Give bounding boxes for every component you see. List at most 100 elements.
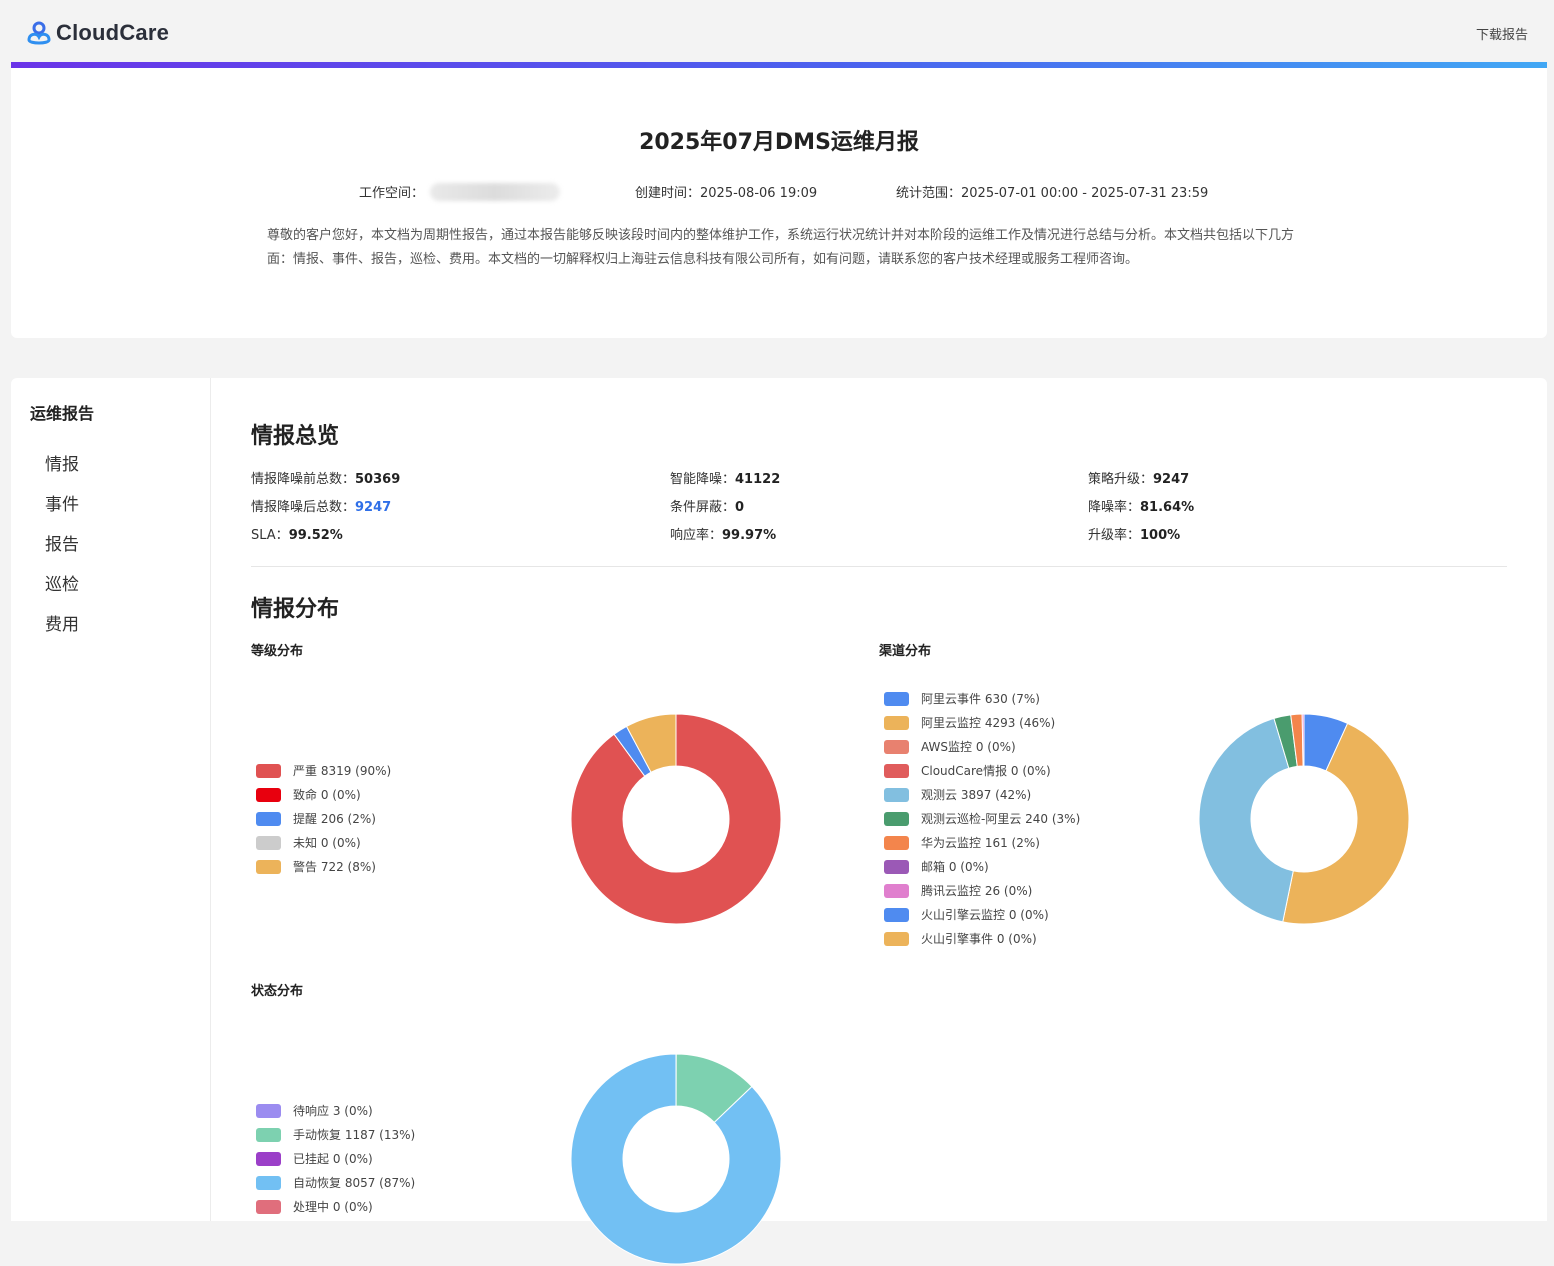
report-main-card: 运维报告 情报 事件 报告 巡检 费用 情报总览 情报降噪前总数：50369 智… — [11, 378, 1547, 1221]
legend-swatch — [884, 836, 909, 850]
legend-item-channel[interactable]: 观测云 3897 (42%) — [884, 786, 1031, 803]
workspace-value-redacted — [430, 183, 560, 201]
legend-label: AWS监控 0 (0%) — [921, 738, 1016, 755]
legend-label: 阿里云监控 4293 (46%) — [921, 714, 1055, 731]
donut-chart-channel — [1197, 712, 1411, 926]
legend-swatch — [256, 788, 281, 802]
legend-label: 警告 722 (8%) — [293, 858, 376, 875]
top-bar: CloudCare 下载报告 — [0, 0, 1554, 62]
legend-item-channel[interactable]: 华为云监控 161 (2%) — [884, 834, 1040, 851]
sidebar-item-cost[interactable]: 费用 — [45, 610, 79, 635]
overview-title: 情报总览 — [251, 418, 339, 450]
legend-item-channel[interactable]: 阿里云事件 630 (7%) — [884, 690, 1040, 707]
sidebar-item-events[interactable]: 事件 — [45, 490, 79, 515]
legend-item-channel[interactable]: 腾讯云监控 26 (0%) — [884, 882, 1032, 899]
legend-label: 严重 8319 (90%) — [293, 762, 391, 779]
legend-swatch — [884, 764, 909, 778]
legend-swatch — [884, 932, 909, 946]
legend-swatch — [884, 812, 909, 826]
stat-policy-escalation: 策略升级：9247 — [1088, 468, 1189, 487]
report-header-card: 2025年07月DMS运维月报 工作空间： 创建时间：2025-08-06 19… — [11, 68, 1547, 338]
legend-swatch — [256, 836, 281, 850]
workspace-label: 工作空间： — [359, 182, 424, 201]
distribution-title: 情报分布 — [251, 591, 339, 623]
legend-swatch — [884, 908, 909, 922]
stat-condition-mask: 条件屏蔽：0 — [670, 496, 744, 515]
stat-sla: SLA：99.52% — [251, 524, 343, 543]
legend-item-channel[interactable]: 火山引擎云监控 0 (0%) — [884, 906, 1049, 923]
stat-response-rate: 响应率：99.97% — [670, 524, 776, 543]
legend-item-channel[interactable]: 火山引擎事件 0 (0%) — [884, 930, 1037, 947]
legend-swatch — [256, 1152, 281, 1166]
legend-swatch — [256, 1200, 281, 1214]
stat-smart-denoise: 智能降噪：41122 — [670, 468, 780, 487]
sidebar-title: 运维报告 — [30, 400, 94, 424]
legend-item-channel[interactable]: 观测云巡检-阿里云 240 (3%) — [884, 810, 1080, 827]
legend-swatch — [884, 884, 909, 898]
legend-item-channel[interactable]: 邮箱 0 (0%) — [884, 858, 989, 875]
legend-item-level[interactable]: 严重 8319 (90%) — [256, 762, 391, 779]
stat-escalation-rate: 升级率：100% — [1088, 524, 1180, 543]
logo: CloudCare — [26, 18, 169, 48]
legend-label: 待响应 3 (0%) — [293, 1102, 373, 1119]
stat-total-before: 情报降噪前总数：50369 — [251, 468, 400, 487]
donut-chart-level — [569, 712, 783, 926]
legend-swatch — [256, 860, 281, 874]
legend-item-channel[interactable]: AWS监控 0 (0%) — [884, 738, 1016, 755]
legend-label: 观测云巡检-阿里云 240 (3%) — [921, 810, 1080, 827]
legend-label: 腾讯云监控 26 (0%) — [921, 882, 1032, 899]
legend-item-status[interactable]: 已挂起 0 (0%) — [256, 1150, 373, 1167]
legend-label: 华为云监控 161 (2%) — [921, 834, 1040, 851]
report-title: 2025年07月DMS运维月报 — [11, 124, 1547, 156]
legend-item-channel[interactable]: CloudCare情报 0 (0%) — [884, 762, 1051, 779]
legend-label: CloudCare情报 0 (0%) — [921, 762, 1051, 779]
workspace-meta: 工作空间： — [359, 182, 560, 201]
legend-item-level[interactable]: 未知 0 (0%) — [256, 834, 361, 851]
donut-slice-channel[interactable] — [1199, 718, 1293, 921]
chart-title-channel: 渠道分布 — [879, 640, 931, 659]
legend-label: 邮箱 0 (0%) — [921, 858, 989, 875]
chart-title-level: 等级分布 — [251, 640, 303, 659]
cloudcare-logo-icon — [26, 20, 52, 46]
legend-label: 处理中 0 (0%) — [293, 1198, 373, 1215]
legend-label: 手动恢复 1187 (13%) — [293, 1126, 415, 1143]
legend-item-status[interactable]: 处理中 0 (0%) — [256, 1198, 373, 1215]
stat-total-after-link[interactable]: 9247 — [355, 500, 391, 515]
section-divider — [251, 566, 1507, 567]
legend-swatch — [256, 812, 281, 826]
download-report-link[interactable]: 下载报告 — [1476, 24, 1528, 43]
legend-label: 阿里云事件 630 (7%) — [921, 690, 1040, 707]
legend-swatch — [256, 1176, 281, 1190]
legend-label: 提醒 206 (2%) — [293, 810, 376, 827]
sidebar-item-intel[interactable]: 情报 — [45, 450, 79, 475]
legend-item-level[interactable]: 警告 722 (8%) — [256, 858, 376, 875]
legend-swatch — [884, 692, 909, 706]
legend-swatch — [256, 1128, 281, 1142]
legend-swatch — [884, 860, 909, 874]
sidebar-item-reports[interactable]: 报告 — [45, 530, 79, 555]
legend-status: 待响应 3 (0%) 手动恢复 1187 (13%) 已挂起 0 (0%) 自动恢复 … — [256, 1102, 516, 1222]
report-intro: 尊敬的客户您好，本文档为周期性报告，通过本报告能够反映该段时间内的整体维护工作，… — [267, 224, 1297, 272]
legend-swatch — [884, 740, 909, 754]
legend-item-status[interactable]: 手动恢复 1187 (13%) — [256, 1126, 415, 1143]
legend-item-channel[interactable]: 阿里云监控 4293 (46%) — [884, 714, 1055, 731]
logo-text: CloudCare — [56, 20, 169, 46]
legend-swatch — [884, 788, 909, 802]
legend-item-level[interactable]: 致命 0 (0%) — [256, 786, 361, 803]
legend-label: 致命 0 (0%) — [293, 786, 361, 803]
legend-item-level[interactable]: 提醒 206 (2%) — [256, 810, 376, 827]
sidebar-item-inspection[interactable]: 巡检 — [45, 570, 79, 595]
legend-item-status[interactable]: 待响应 3 (0%) — [256, 1102, 373, 1119]
sidebar: 运维报告 情报 事件 报告 巡检 费用 — [11, 378, 211, 1221]
legend-swatch — [884, 716, 909, 730]
donut-chart-status — [569, 1052, 783, 1266]
legend-channel: 阿里云事件 630 (7%) 阿里云监控 4293 (46%) AWS监控 0 (0… — [884, 690, 1144, 954]
legend-label: 观测云 3897 (42%) — [921, 786, 1031, 803]
report-content: 情报总览 情报降噪前总数：50369 智能降噪：41122 策略升级：9247 … — [251, 378, 1507, 1221]
created-time: 创建时间：2025-08-06 19:09 — [635, 182, 817, 201]
legend-label: 自动恢复 8057 (87%) — [293, 1174, 415, 1191]
chart-title-status: 状态分布 — [251, 980, 303, 999]
legend-item-status[interactable]: 自动恢复 8057 (87%) — [256, 1174, 415, 1191]
legend-label: 已挂起 0 (0%) — [293, 1150, 373, 1167]
legend-swatch — [256, 1104, 281, 1118]
